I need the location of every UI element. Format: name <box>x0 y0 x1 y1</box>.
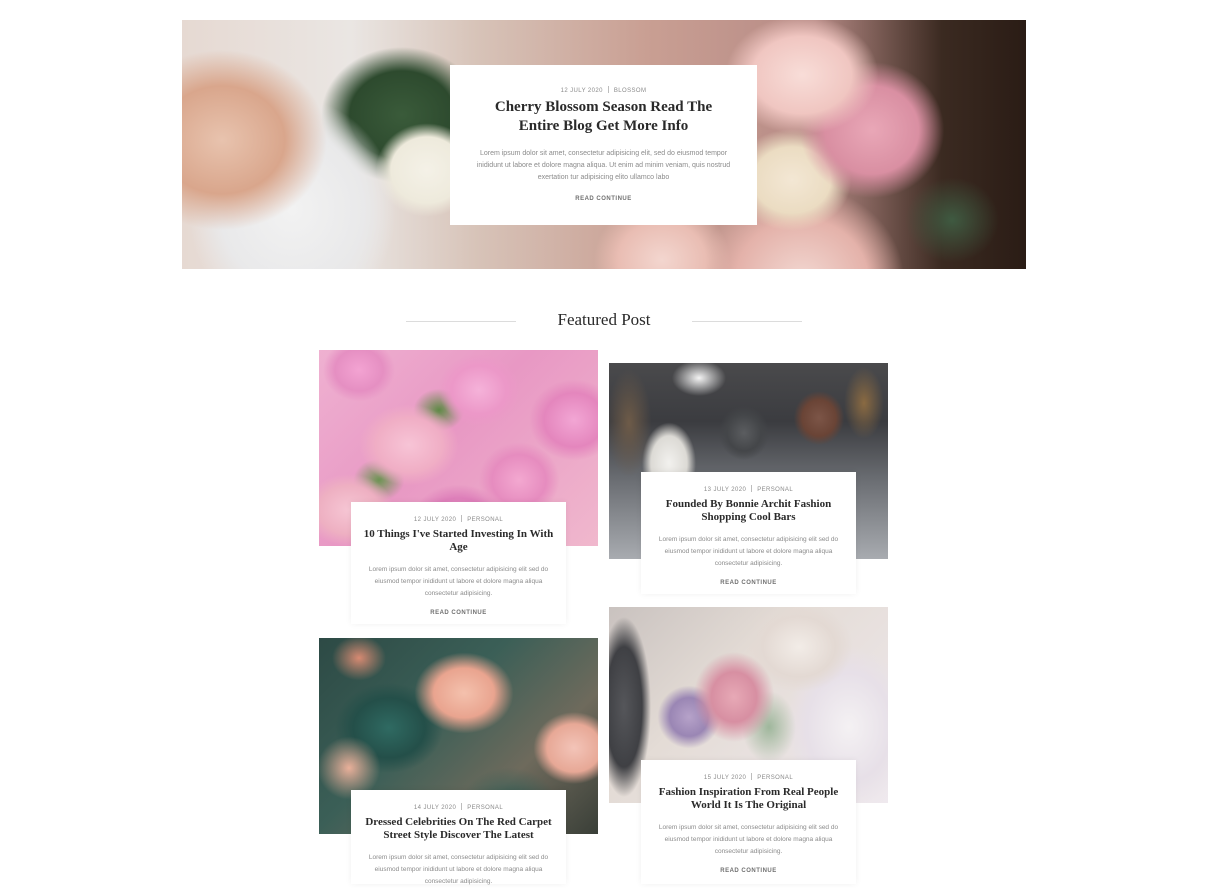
meta-divider <box>751 773 753 780</box>
post-category[interactable]: PERSONAL <box>467 517 503 523</box>
section-heading-featured-post: Featured Post <box>557 310 651 329</box>
post-date: 14 JULY 2020 <box>413 805 457 811</box>
post-meta: 13 JULY 2020 PERSONAL <box>641 485 856 494</box>
hero-banner: 12 JULY 2020 BLOSSOM Cherry Blossom Seaso… <box>182 20 1026 269</box>
post-title[interactable]: Founded By Bonnie Archit Fashion Shoppin… <box>651 498 846 524</box>
post-category[interactable]: PERSONAL <box>757 775 793 781</box>
hero-post-meta: 12 JULY 2020 BLOSSOM <box>450 86 757 95</box>
post-excerpt: Lorem ipsum dolor sit amet, consectetur … <box>368 566 549 597</box>
heading-divider-right <box>692 321 802 322</box>
post-card: 15 JULY 2020 PERSONAL Fashion Inspiration… <box>641 760 856 884</box>
meta-divider <box>607 86 609 93</box>
post-title[interactable]: Fashion Inspiration From Real People Wor… <box>651 786 846 812</box>
meta-divider <box>461 803 463 810</box>
meta-divider <box>751 485 753 492</box>
hero-read-continue-link[interactable]: READ CONTINUE <box>450 196 757 202</box>
read-continue-link[interactable]: READ CONTINUE <box>351 610 566 616</box>
read-continue-link[interactable]: READ CONTINUE <box>641 580 856 586</box>
hero-post-excerpt: Lorem ipsum dolor sit amet, consectetur … <box>476 150 731 181</box>
post-card: 13 JULY 2020 PERSONAL Founded By Bonnie A… <box>641 472 856 594</box>
heading-divider-left <box>406 321 516 322</box>
post-meta: 12 JULY 2020 PERSONAL <box>351 515 566 524</box>
post-title[interactable]: 10 Things I've Started Investing In With… <box>361 528 556 554</box>
hero-post-date: 12 JULY 2020 <box>560 88 603 94</box>
hero-post-title[interactable]: Cherry Blossom Season Read The Entire Bl… <box>479 98 729 136</box>
post-card: 12 JULY 2020 PERSONAL 10 Things I've Star… <box>351 502 566 624</box>
post-category[interactable]: PERSONAL <box>757 487 793 493</box>
post-category[interactable]: PERSONAL <box>467 805 503 811</box>
post-date: 13 JULY 2020 <box>703 487 747 493</box>
post-date: 15 JULY 2020 <box>703 775 747 781</box>
meta-divider <box>461 515 463 522</box>
post-excerpt: Lorem ipsum dolor sit amet, consectetur … <box>658 536 839 567</box>
post-meta: 14 JULY 2020 PERSONAL <box>351 803 566 812</box>
post-title[interactable]: Dressed Celebrities On The Red Carpet St… <box>361 816 556 842</box>
read-continue-link[interactable]: READ CONTINUE <box>641 868 856 874</box>
post-excerpt: Lorem ipsum dolor sit amet, consectetur … <box>658 824 839 855</box>
post-date: 12 JULY 2020 <box>413 517 457 523</box>
post-meta: 15 JULY 2020 PERSONAL <box>641 773 856 782</box>
hero-post-category[interactable]: BLOSSOM <box>614 88 646 94</box>
post-card: 14 JULY 2020 PERSONAL Dressed Celebrities… <box>351 790 566 885</box>
post-excerpt: Lorem ipsum dolor sit amet, consectetur … <box>368 854 549 885</box>
hero-post-card: 12 JULY 2020 BLOSSOM Cherry Blossom Seaso… <box>450 65 757 225</box>
